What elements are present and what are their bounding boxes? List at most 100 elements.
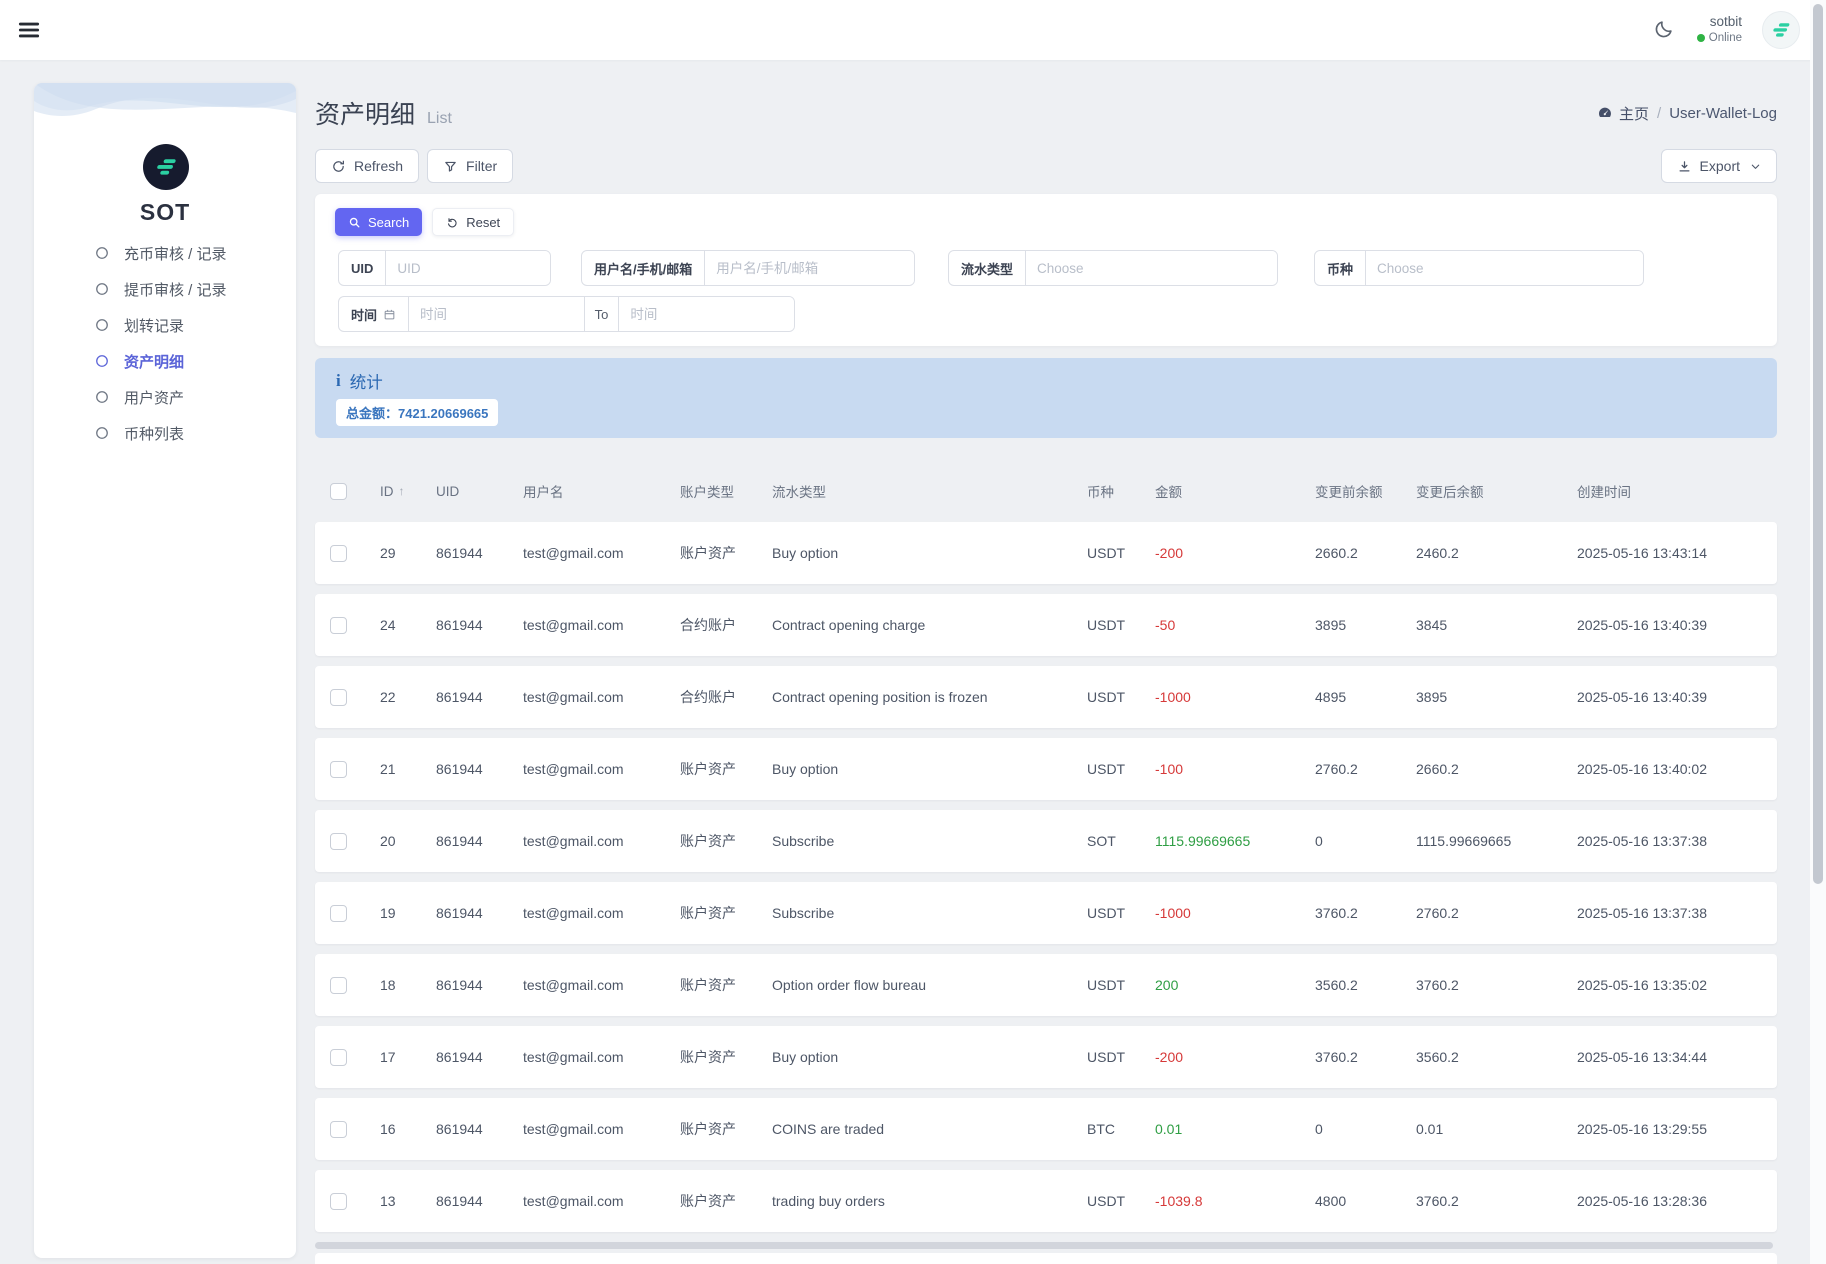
cell-account-type: 合约账户 [680,687,772,707]
search-filter-panel: Search Reset UID 用户名/手机/邮箱 流水类型 [315,194,1777,346]
user-name: sotbit [1697,14,1742,31]
cell-amount: 0.01 [1155,1121,1315,1137]
cell-username: test@gmail.com [523,977,680,993]
cell-flow-type: Subscribe [772,833,1087,849]
export-button[interactable]: Export [1661,149,1777,183]
row-checkbox[interactable] [330,977,347,994]
cell-username: test@gmail.com [523,1193,680,1209]
cell-created-at: 2025-05-16 13:29:55 [1577,1121,1777,1137]
table-row: 21 861944 test@gmail.com 账户资产 Buy option… [315,738,1777,800]
breadcrumb-separator: / [1657,105,1661,122]
table-row: 20 861944 test@gmail.com 账户资产 Subscribe … [315,810,1777,872]
cell-balance-after: 3895 [1416,689,1577,705]
cell-balance-after: 2760.2 [1416,905,1577,921]
hamburger-menu-icon[interactable] [16,17,42,43]
table-row: 24 861944 test@gmail.com 合约账户 Contract o… [315,594,1777,656]
select-all-checkbox[interactable] [330,483,347,500]
cell-created-at: 2025-05-16 13:40:39 [1577,617,1777,633]
sidebar-item-asset-detail[interactable]: 资产明细 [34,343,296,379]
header-coin: 币种 [1087,481,1155,501]
cell-created-at: 2025-05-16 13:35:02 [1577,977,1777,993]
cell-created-at: 2025-05-16 13:43:14 [1577,545,1777,561]
cell-uid: 861944 [436,761,523,777]
header-amount: 金额 [1155,481,1315,501]
cell-balance-before: 3760.2 [1315,1049,1416,1065]
sidebar-item-transfer-records[interactable]: 划转记录 [34,307,296,343]
table-row: 13 861944 test@gmail.com 账户资产 trading bu… [315,1170,1777,1232]
cell-coin: USDT [1087,545,1155,561]
time-field-label: 时间 [339,297,409,331]
time-end-input[interactable] [619,297,794,331]
row-checkbox[interactable] [330,833,347,850]
table-row: 16 861944 test@gmail.com 账户资产 COINS are … [315,1098,1777,1160]
header-id[interactable]: ID ↑ [380,484,436,499]
header-flow-type: 流水类型 [772,481,1087,501]
cell-username: test@gmail.com [523,833,680,849]
breadcrumb-home-link[interactable]: 主页 [1597,103,1649,124]
cell-amount: -1039.8 [1155,1193,1315,1209]
sidebar-item-coin-list[interactable]: 币种列表 [34,415,296,451]
cell-coin: BTC [1087,1121,1155,1137]
statistics-title-label: 统计 [350,369,383,393]
cell-balance-after: 1115.99669665 [1416,833,1577,849]
avatar[interactable] [1762,11,1800,49]
header-balance-before: 变更前余额 [1315,481,1416,501]
cell-created-at: 2025-05-16 13:34:44 [1577,1049,1777,1065]
cell-account-type: 账户资产 [680,1191,772,1211]
header-uid: UID [436,484,523,499]
cell-account-type: 账户资产 [680,1119,772,1139]
page-header: 资产明细 List 主页 / User-Wallet-Log [315,89,1777,137]
table-row: 22 861944 test@gmail.com 合约账户 Contract o… [315,666,1777,728]
dark-mode-toggle-moon-icon[interactable] [1653,18,1677,42]
flow-type-select[interactable] [1026,251,1277,285]
cell-balance-before: 4895 [1315,689,1416,705]
cell-flow-type: Contract opening charge [772,617,1087,633]
time-start-input[interactable] [409,297,584,331]
filter-button[interactable]: Filter [427,149,513,183]
cell-balance-after: 3760.2 [1416,1193,1577,1209]
user-status: Online [1697,31,1742,45]
header-account-type: 账户类型 [680,481,772,501]
row-checkbox[interactable] [330,761,347,778]
refresh-button[interactable]: Refresh [315,149,419,183]
row-checkbox[interactable] [330,617,347,634]
cell-created-at: 2025-05-16 13:28:36 [1577,1193,1777,1209]
cell-id: 24 [380,617,436,633]
uid-input[interactable] [386,251,550,285]
coin-select[interactable] [1366,251,1643,285]
cell-username: test@gmail.com [523,545,680,561]
download-icon [1677,159,1692,174]
cell-uid: 861944 [436,833,523,849]
sidebar-item-withdraw-audit[interactable]: 提币审核 / 记录 [34,271,296,307]
sidebar-item-user-assets[interactable]: 用户资产 [34,379,296,415]
brand-logo[interactable] [143,144,189,190]
sidebar-item-deposit-audit[interactable]: 充币审核 / 记录 [34,235,296,271]
row-checkbox[interactable] [330,689,347,706]
cell-uid: 861944 [436,977,523,993]
row-checkbox[interactable] [330,545,347,562]
title-wrap: 资产明细 List [315,95,452,131]
username-input[interactable] [705,251,914,285]
toolbar-left: Refresh Filter [315,149,513,183]
cell-created-at: 2025-05-16 13:40:39 [1577,689,1777,705]
toolbar: Refresh Filter Export [315,149,1777,183]
row-checkbox[interactable] [330,1121,347,1138]
time-label-text: 时间 [351,305,377,324]
vertical-scrollbar-thumb[interactable] [1813,4,1823,884]
cell-flow-type: Contract opening position is frozen [772,689,1087,705]
horizontal-scrollbar-thumb[interactable] [315,1242,1773,1249]
app-root: sotbit Online SOT [0,0,1826,1264]
table-header: ID ↑ UID 用户名 账户类型 流水类型 币种 金额 变更前余额 变更后余额… [315,476,1777,506]
filter-funnel-icon [443,159,458,174]
search-label: Search [368,215,409,230]
cell-account-type: 账户资产 [680,1047,772,1067]
search-button[interactable]: Search [335,208,422,236]
reset-button[interactable]: Reset [432,208,514,236]
user-meta: sotbit Online [1697,14,1742,45]
flow-type-field-group: 流水类型 [948,250,1278,286]
cell-account-type: 账户资产 [680,903,772,923]
top-navbar: sotbit Online [0,0,1826,60]
row-checkbox[interactable] [330,905,347,922]
row-checkbox[interactable] [330,1049,347,1066]
row-checkbox[interactable] [330,1193,347,1210]
